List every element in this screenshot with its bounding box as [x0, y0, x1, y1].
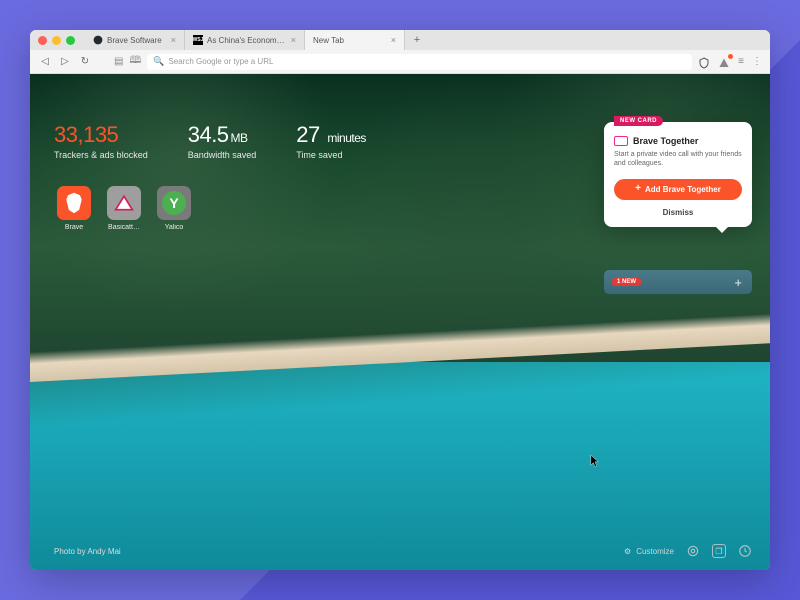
- topsite-bat[interactable]: Basicatt…: [104, 186, 144, 231]
- maximize-window-button[interactable]: [66, 36, 75, 45]
- reload-button[interactable]: ↻: [78, 55, 92, 69]
- stat-trackers: 33,135 Trackers & ads blocked: [54, 122, 148, 160]
- toolbar: ◁ ▷ ↻ ▤ 🕮 🔍 Search Google or type a URL …: [30, 50, 770, 74]
- customize-label: Customize: [636, 547, 674, 556]
- close-icon[interactable]: ×: [391, 35, 396, 45]
- dismiss-button[interactable]: Dismiss: [614, 208, 742, 217]
- gear-icon[interactable]: [686, 544, 700, 558]
- cards-widget-bar[interactable]: 1 NEW +: [604, 270, 752, 294]
- stat-value: 34.5MB: [188, 122, 257, 148]
- notification-badge: [728, 54, 733, 59]
- stat-label: Trackers & ads blocked: [54, 150, 148, 160]
- y-icon: Y: [157, 186, 191, 220]
- topsite-label: Yalico: [165, 224, 184, 231]
- customize-button[interactable]: ⚙ Customize: [624, 547, 674, 556]
- brave-icon: [57, 186, 91, 220]
- topsite-brave[interactable]: Brave: [54, 186, 94, 231]
- topsite-label: Basicatt…: [108, 224, 140, 231]
- history-icon[interactable]: [738, 544, 752, 558]
- stat-value: 27 minutes: [296, 122, 366, 148]
- stat-time: 27 minutes Time saved: [296, 122, 366, 160]
- titlebar: Brave Software × WSJ As China's Economy …: [30, 30, 770, 50]
- stat-label: Time saved: [296, 150, 366, 160]
- settings-bars-icon[interactable]: ≡: [738, 56, 744, 67]
- bottom-actions: ⚙ Customize ❐: [624, 544, 752, 558]
- tab-label: New Tab: [313, 36, 387, 45]
- browser-window: Brave Software × WSJ As China's Economy …: [30, 30, 770, 570]
- close-icon[interactable]: ×: [171, 35, 176, 45]
- close-window-button[interactable]: [38, 36, 47, 45]
- url-placeholder: Search Google or type a URL: [168, 57, 273, 66]
- minimize-window-button[interactable]: [52, 36, 61, 45]
- search-icon: 🔍: [153, 56, 164, 67]
- card-description: Start a private video call with your fri…: [614, 150, 742, 169]
- rewards-icon[interactable]: [718, 56, 730, 68]
- photo-credit[interactable]: Photo by Andy Mai: [54, 547, 121, 556]
- topsite-label: Brave: [65, 224, 83, 231]
- wsj-icon: WSJ: [193, 35, 203, 45]
- bat-icon: [107, 186, 141, 220]
- reader-mode-icon[interactable]: 🕮: [129, 53, 141, 70]
- stat-value: 33,135: [54, 122, 148, 148]
- forward-button[interactable]: ▷: [58, 55, 72, 69]
- window-controls: [38, 36, 75, 45]
- new-card-popover: NEW CARD Brave Together Start a private …: [604, 122, 752, 227]
- mouse-cursor: [590, 454, 600, 468]
- new-badge: 1 NEW: [612, 278, 641, 286]
- stat-bandwidth: 34.5MB Bandwidth saved: [188, 122, 257, 160]
- close-icon[interactable]: ×: [291, 35, 296, 45]
- new-card-tag: NEW CARD: [614, 116, 663, 126]
- top-sites: Brave Basicatt… Y Yalico: [54, 186, 194, 231]
- back-button[interactable]: ◁: [38, 55, 52, 69]
- tab-github[interactable]: Brave Software ×: [85, 30, 185, 50]
- menu-icon[interactable]: ⋮: [752, 56, 762, 67]
- bookmark-icon[interactable]: ❐: [712, 544, 726, 558]
- add-button-label: Add Brave Together: [645, 185, 721, 194]
- stat-label: Bandwidth saved: [188, 150, 257, 160]
- new-tab-page: 33,135 Trackers & ads blocked 34.5MB Ban…: [30, 74, 770, 570]
- plus-icon: +: [734, 275, 742, 290]
- video-call-icon: [614, 136, 628, 146]
- github-icon: [93, 35, 103, 45]
- tab-article[interactable]: WSJ As China's Economy Suffers, Xi Fi… ×: [185, 30, 305, 50]
- add-brave-together-button[interactable]: + Add Brave Together: [614, 179, 742, 200]
- topsite-y[interactable]: Y Yalico: [154, 186, 194, 231]
- tab-label: Brave Software: [107, 36, 167, 45]
- tab-newtab[interactable]: New Tab ×: [305, 30, 405, 50]
- tab-strip: Brave Software × WSJ As China's Economy …: [85, 30, 762, 50]
- sliders-icon: ⚙: [624, 547, 631, 556]
- card-title: Brave Together: [633, 136, 698, 146]
- tab-label: As China's Economy Suffers, Xi Fi…: [207, 36, 287, 45]
- url-bar[interactable]: 🔍 Search Google or type a URL: [147, 54, 692, 70]
- new-tab-button[interactable]: +: [409, 32, 425, 48]
- stats-row: 33,135 Trackers & ads blocked 34.5MB Ban…: [54, 122, 366, 160]
- sidebar-toggle-icon[interactable]: ▤: [114, 56, 123, 67]
- shields-icon[interactable]: [698, 56, 710, 68]
